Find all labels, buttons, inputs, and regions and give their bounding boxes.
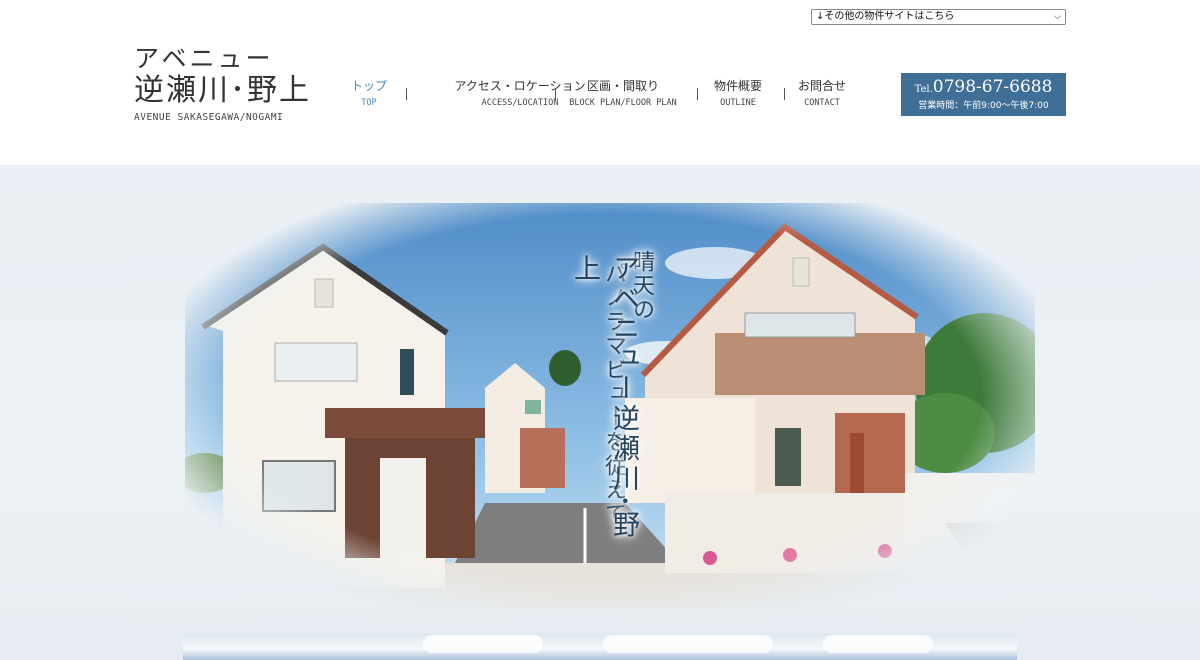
- tel-contact-box[interactable]: Tel.0798-67-6688 営業時間：午前9:00～午後7:00: [901, 73, 1066, 116]
- nav-divider: [697, 88, 698, 100]
- nav-divider: [406, 88, 407, 100]
- tel-line: Tel.0798-67-6688: [901, 77, 1066, 100]
- cloud-shape: [823, 635, 933, 653]
- logo-line-1: アベニュー: [134, 44, 274, 73]
- nav-sublabel: BLOCK PLAN/FLOOR PLAN: [569, 98, 677, 108]
- chevron-down-icon: ⌵: [1054, 12, 1061, 22]
- next-section-photo-strip: [183, 633, 1017, 660]
- site-logo[interactable]: アベニュー 逆瀬川･野上 AVENUE SAKASEGAWA/NOGAMI: [134, 44, 314, 123]
- nav-sublabel: TOP: [361, 98, 377, 108]
- nav-divider: [784, 88, 785, 100]
- property-site-select-label: ↓その他の物件サイトはこちら: [816, 11, 955, 22]
- nav-label: トップ: [350, 79, 387, 93]
- tel-prefix: Tel.: [914, 84, 933, 95]
- cloud-shape: [423, 635, 543, 653]
- logo-line-2: 逆瀬川･野上: [134, 73, 311, 108]
- catchcopy-line-3: アベニュー逆瀬川･野上: [569, 254, 639, 541]
- nav-sublabel: CONTACT: [804, 98, 840, 108]
- logo-line-3: AVENUE SAKASEGAWA/NOGAMI: [134, 112, 284, 123]
- cloud-shape: [603, 635, 773, 653]
- nav-sublabel: OUTLINE: [720, 98, 756, 108]
- nav-item-contact[interactable]: お問合せ CONTACT: [796, 78, 848, 108]
- tel-number: 0798-67-6688: [932, 77, 1053, 97]
- nav-divider: [555, 88, 556, 100]
- nav-label: お問合せ: [797, 79, 846, 93]
- nav-item-block-plan[interactable]: 区画・間取り BLOCK PLAN/FLOOR PLAN: [568, 78, 678, 108]
- property-site-select[interactable]: ↓その他の物件サイトはこちら ⌵: [811, 9, 1066, 25]
- nav-label: 物件概要: [713, 79, 762, 93]
- nav-item-outline[interactable]: 物件概要 OUTLINE: [710, 78, 766, 108]
- nav-label: 区画・間取り: [586, 79, 659, 93]
- nav-item-top[interactable]: トップ TOP: [346, 78, 392, 108]
- business-hours: 営業時間：午前9:00～午後7:00: [918, 101, 1049, 111]
- active-nav-pointer: [362, 155, 382, 165]
